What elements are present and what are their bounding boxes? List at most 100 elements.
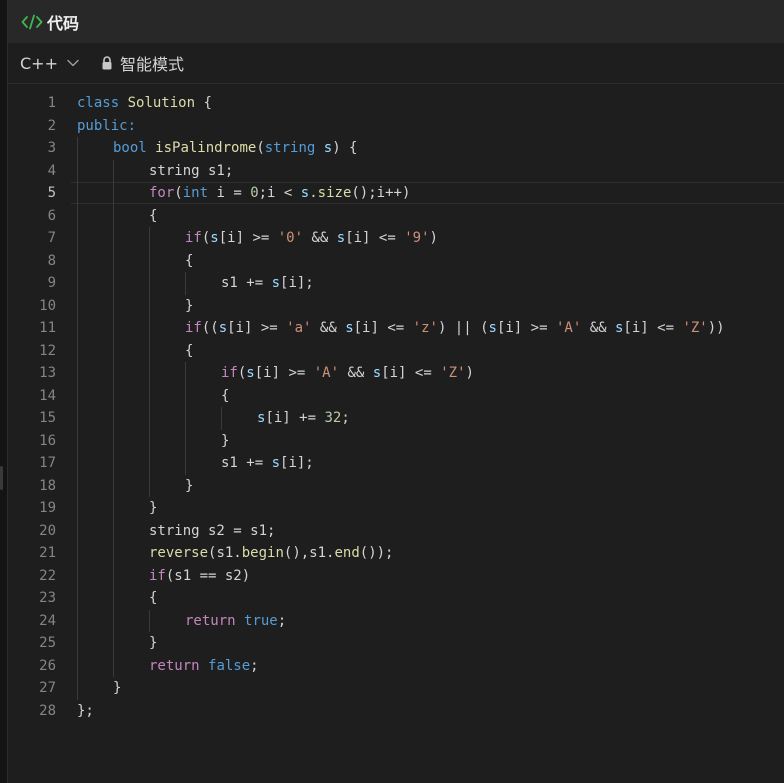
code-token: string xyxy=(264,140,316,156)
code-line[interactable]: 5 for(int i = 0;i < s.size();i++) xyxy=(8,182,784,205)
code-token: int xyxy=(182,185,209,201)
code-token: } xyxy=(221,432,230,449)
language-select[interactable]: C++ xyxy=(20,54,79,73)
code-token: [i] <= xyxy=(381,365,441,381)
code-token: } xyxy=(113,680,122,696)
code-line[interactable]: 24 return true; xyxy=(8,610,784,633)
code-line[interactable]: 21 reverse(s1.begin(),s1.end()); xyxy=(8,542,784,565)
code-line[interactable]: 17 s1 += s[i]; xyxy=(8,452,784,475)
code-text: } xyxy=(185,295,193,318)
code-token: ();i++) xyxy=(351,185,411,201)
code-text: { xyxy=(221,385,229,408)
code-line[interactable]: 11 if((s[i] >= 'a' && s[i] <= 'z') || (s[… xyxy=(8,317,784,340)
code-token: ) xyxy=(429,230,438,246)
code-line[interactable]: 6{ xyxy=(8,205,784,228)
line-number: 14 xyxy=(39,387,56,404)
code-token: ;i < xyxy=(258,185,301,201)
code-token: [i] += xyxy=(265,410,325,426)
code-text: { xyxy=(185,340,193,363)
code-token: { xyxy=(221,387,230,404)
code-token: s xyxy=(271,455,281,471)
line-number: 25 xyxy=(39,635,56,651)
code-text: string s1; xyxy=(149,160,233,183)
code-token: } xyxy=(149,635,158,651)
code-line[interactable]: 10} xyxy=(8,295,784,318)
code-panel: 代码 C++ 智能模式 1 class Solution {2 public: 3 bo… xyxy=(7,0,784,783)
code-text: { xyxy=(149,205,157,228)
code-line[interactable]: 3 bool isPalindrome(string s) { xyxy=(8,137,784,160)
code-token: ()); xyxy=(359,545,394,561)
code-line[interactable]: 27} xyxy=(8,677,784,700)
code-text: if(s[i] >= 'A' && s[i] <= 'Z') xyxy=(221,362,474,385)
code-token: s xyxy=(271,275,281,291)
code-text: return false; xyxy=(149,655,259,678)
code-line[interactable]: 12 { xyxy=(8,340,784,363)
code-token: }; xyxy=(77,702,94,719)
code-token: (s1 == s2) xyxy=(165,567,251,584)
code-token: ; xyxy=(250,657,259,674)
smart-mode-button[interactable]: 智能模式 xyxy=(101,51,184,75)
code-token: true xyxy=(244,612,278,629)
code-token: s1 += xyxy=(221,275,272,291)
code-token: 'A' xyxy=(555,320,582,336)
code-line[interactable]: 26 return false; xyxy=(8,655,784,678)
code-line[interactable]: 4 string s1; xyxy=(8,160,784,183)
code-line[interactable]: 14 { xyxy=(8,385,784,408)
code-line[interactable]: 9 s1 += s[i]; xyxy=(8,272,784,295)
code-token: [i] >= xyxy=(496,320,556,336)
code-line[interactable]: 8{ xyxy=(8,250,784,273)
code-token: '0' xyxy=(277,230,304,246)
mode-label: 智能模式 xyxy=(119,55,184,74)
code-token: ; xyxy=(277,612,287,629)
line-number: 3 xyxy=(47,140,56,156)
code-line[interactable]: 1 class Solution { xyxy=(8,92,784,115)
line-number: 11 xyxy=(39,320,56,336)
code-text: { xyxy=(185,250,193,273)
code-token: (),s1. xyxy=(283,545,335,561)
line-number: 1 xyxy=(47,95,56,111)
code-token: if xyxy=(185,230,202,246)
resize-handle[interactable] xyxy=(0,466,3,490)
code-line[interactable]: 23 { xyxy=(8,587,784,610)
code-editor[interactable]: 1 class Solution {2 public: 3 bool isPalindr… xyxy=(8,84,784,783)
code-line[interactable]: 19} xyxy=(8,497,784,520)
panel-header: 代码 xyxy=(8,0,784,43)
code-token: class xyxy=(77,95,120,111)
code-token: '9' xyxy=(404,230,430,246)
code-token: s xyxy=(323,140,333,156)
code-token: ) || ( xyxy=(437,320,489,336)
code-token: . xyxy=(309,185,318,201)
code-token: bool xyxy=(113,140,147,156)
code-line[interactable]: 25} xyxy=(8,632,784,655)
code-token: [i] <= xyxy=(353,320,413,336)
code-token: [i]; xyxy=(280,275,314,291)
code-line[interactable]: 20 string s2 = s1; xyxy=(8,520,784,543)
code-token: for xyxy=(149,185,175,201)
code-line[interactable]: 7 if(s[i] >= '0' && s[i] <= '9') xyxy=(8,227,784,250)
code-token: s xyxy=(218,320,228,336)
code-token: end xyxy=(334,545,360,561)
language-label: C++ xyxy=(20,53,58,73)
code-token: [i] <= xyxy=(623,320,683,336)
code-text: if(s[i] >= '0' && s[i] <= '9') xyxy=(185,227,438,250)
code-line[interactable]: 13 if(s[i] >= 'A' && s[i] <= 'Z') xyxy=(8,362,784,385)
code-token: size xyxy=(317,185,352,201)
panel-title: 代码 xyxy=(47,13,80,33)
left-resize-strip[interactable] xyxy=(0,0,7,783)
code-text: public: xyxy=(77,115,136,138)
code-line[interactable]: 2 public: xyxy=(8,115,784,138)
code-line[interactable]: 15 s[i] += 32; xyxy=(8,407,784,430)
code-line[interactable]: 28}; xyxy=(8,700,784,723)
code-token: string s1; xyxy=(149,162,234,179)
code-line[interactable]: 18} xyxy=(8,475,784,498)
line-number: 5 xyxy=(47,185,56,201)
code-line[interactable]: 22 if(s1 == s2) xyxy=(8,565,784,588)
chevron-down-icon xyxy=(67,59,79,67)
code-text: reverse(s1.begin(),s1.end()); xyxy=(149,542,393,565)
code-token: s xyxy=(345,320,354,336)
code-line[interactable]: 16} xyxy=(8,430,784,453)
